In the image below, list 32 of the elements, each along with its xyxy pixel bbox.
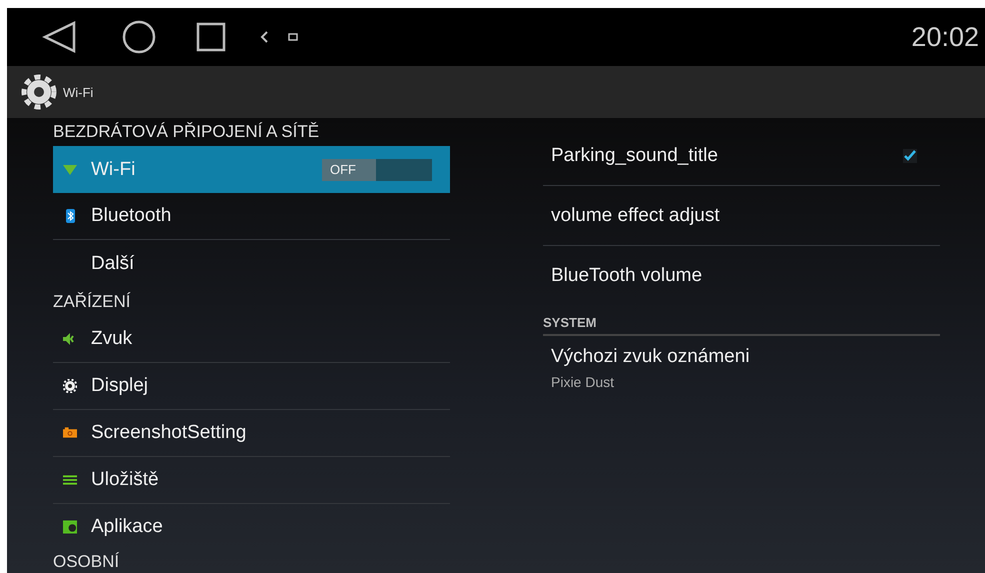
section-header: SYSTEM <box>543 315 596 330</box>
home-button[interactable] <box>122 20 156 54</box>
toggle-switch[interactable]: OFF <box>322 158 432 181</box>
wifi-icon <box>63 164 77 175</box>
recents-button[interactable] <box>196 22 226 52</box>
screen-title: Wi-Fi <box>63 84 94 100</box>
camera-icon <box>63 427 77 438</box>
back-button[interactable] <box>42 21 76 53</box>
settings-item[interactable]: volume effect adjust <box>543 186 940 246</box>
gear-icon <box>63 378 77 393</box>
settings-item[interactable]: Parking_sound_title <box>543 126 940 186</box>
settings-item[interactable]: Uložiště <box>53 456 450 504</box>
settings-item[interactable]: Zvuk <box>53 316 450 363</box>
section-header: OSOBNÍ <box>53 552 120 572</box>
section-header: ZAŘÍZENÍ <box>53 292 130 312</box>
list-icon <box>63 474 77 485</box>
settings-item[interactable]: ScreenshotSetting <box>53 410 450 457</box>
checkbox[interactable] <box>902 148 918 164</box>
settings-item[interactable]: Aplikace <box>53 504 450 551</box>
settings-item[interactable]: Wi-Fi OFF <box>53 146 450 194</box>
chevron-left-button[interactable] <box>260 31 268 43</box>
bluetooth-icon <box>66 209 74 224</box>
settings-item[interactable]: Výchozi zvuk oznámeni Pixie Dust <box>543 336 940 400</box>
clock: 20:02 <box>911 22 980 52</box>
app-icon <box>63 520 77 534</box>
screen-button[interactable] <box>288 33 298 41</box>
settings-item[interactable]: BlueTooth volume <box>543 246 940 306</box>
settings-item[interactable]: Bluetooth <box>53 193 450 240</box>
settings-item[interactable]: Displej <box>53 362 450 410</box>
settings-icon <box>21 74 57 110</box>
section-header: BEZDRÁTOVÁ PŘIPOJENÍ A SÍTĚ <box>53 122 320 142</box>
settings-item[interactable]: Další <box>53 240 450 288</box>
